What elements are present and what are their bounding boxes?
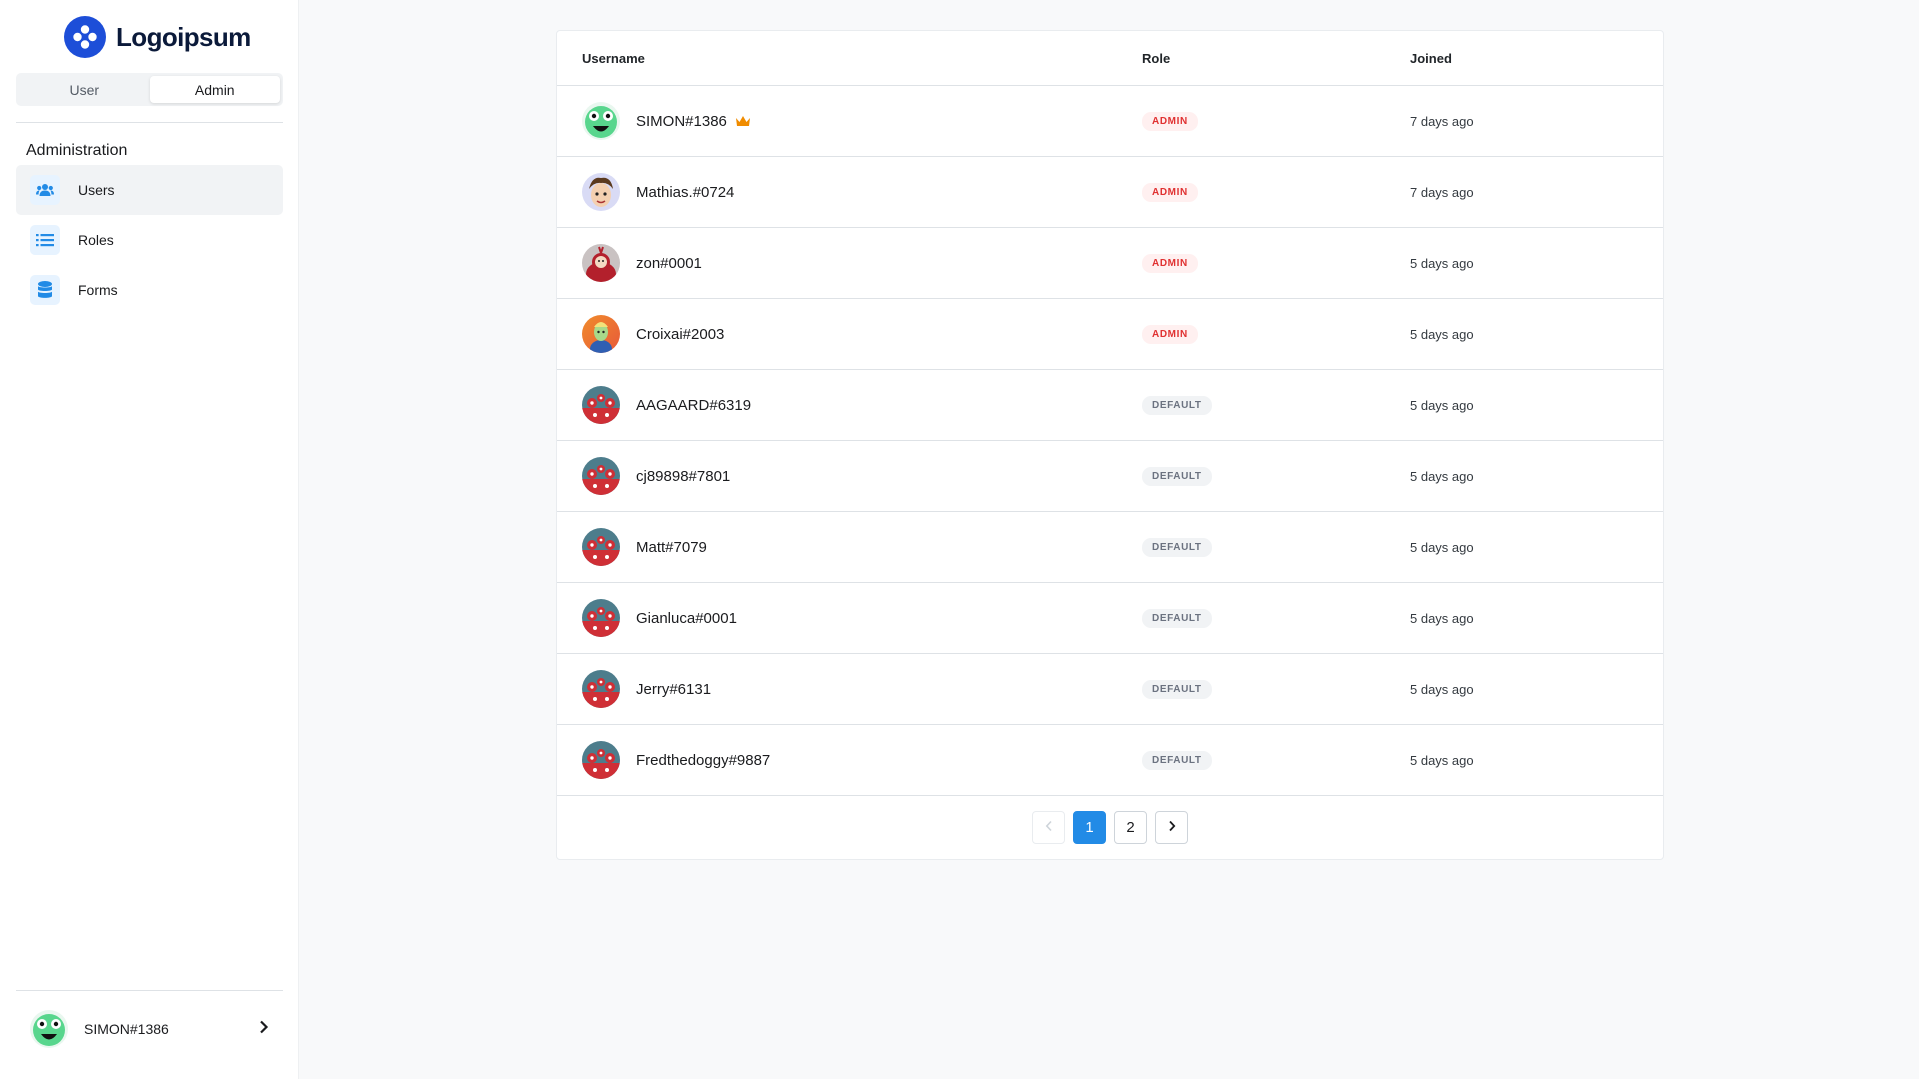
table-row[interactable]: zon#0001 ADMIN 5 days ago — [557, 228, 1663, 299]
username: Mathias.#0724 — [636, 183, 735, 201]
column-header-role: Role — [1142, 50, 1171, 66]
avatar — [582, 528, 620, 566]
sidebar-item-label: Users — [78, 182, 115, 198]
joined-date: 5 days ago — [1410, 326, 1474, 342]
admin-nav: Users Roles Forms — [16, 165, 283, 315]
avatar — [582, 599, 620, 637]
users-icon — [30, 175, 60, 205]
current-user-name: SIMON#1386 — [84, 1021, 169, 1037]
table-header: Username Role Joined — [557, 31, 1663, 86]
sidebar-item-label: Roles — [78, 232, 114, 248]
chevron-right-icon — [1168, 819, 1176, 836]
logo-mark-icon — [64, 16, 106, 58]
avatar — [30, 1010, 68, 1048]
sidebar-item-label: Forms — [78, 282, 118, 298]
mode-option-admin[interactable]: Admin — [149, 76, 280, 103]
sidebar-divider — [16, 122, 283, 123]
page-button-2[interactable]: 2 — [1114, 811, 1147, 844]
role-badge: DEFAULT — [1142, 466, 1212, 486]
sidebar-item-forms[interactable]: Forms — [16, 265, 283, 315]
page-button-1[interactable]: 1 — [1073, 811, 1106, 844]
joined-date: 5 days ago — [1410, 610, 1474, 626]
username: AAGAARD#6319 — [636, 396, 752, 414]
chevron-right-icon — [259, 1020, 269, 1039]
username: Matt#7079 — [636, 538, 707, 556]
sidebar-divider — [16, 990, 283, 991]
sidebar: Logoipsum User Admin Administration User… — [0, 0, 299, 1079]
role-badge: DEFAULT — [1142, 395, 1212, 415]
avatar — [582, 670, 620, 708]
table-row[interactable]: Croixai#2003 ADMIN 5 days ago — [557, 299, 1663, 370]
username: Fredthedoggy#9887 — [636, 751, 771, 769]
avatar — [582, 173, 620, 211]
joined-date: 7 days ago — [1410, 113, 1474, 129]
pagination: 1 2 — [557, 811, 1663, 844]
role-badge: DEFAULT — [1142, 537, 1212, 557]
role-badge: DEFAULT — [1142, 750, 1212, 770]
table-row[interactable]: Mathias.#0724 ADMIN 7 days ago — [557, 157, 1663, 228]
avatar — [582, 457, 620, 495]
joined-date: 7 days ago — [1410, 184, 1474, 200]
username: cj89898#7801 — [636, 467, 731, 485]
role-badge: ADMIN — [1142, 324, 1198, 344]
username: SIMON#1386 — [636, 113, 751, 130]
crown-icon — [735, 115, 751, 127]
table-row[interactable]: AAGAARD#6319 DEFAULT 5 days ago — [557, 370, 1663, 441]
table-row[interactable]: Fredthedoggy#9887 DEFAULT 5 days ago — [557, 725, 1663, 796]
avatar — [582, 244, 620, 282]
brand-logo[interactable]: Logoipsum — [64, 16, 251, 58]
joined-date: 5 days ago — [1410, 255, 1474, 271]
next-page-button[interactable] — [1155, 811, 1188, 844]
joined-date: 5 days ago — [1410, 539, 1474, 555]
column-header-username: Username — [582, 50, 645, 66]
avatar — [582, 315, 620, 353]
mode-option-user[interactable]: User — [19, 76, 150, 103]
username: Jerry#6131 — [636, 680, 712, 698]
avatar — [582, 102, 620, 140]
mode-switch: User Admin — [16, 73, 283, 106]
avatar — [582, 386, 620, 424]
joined-date: 5 days ago — [1410, 468, 1474, 484]
joined-date: 5 days ago — [1410, 681, 1474, 697]
role-badge: DEFAULT — [1142, 608, 1212, 628]
username: zon#0001 — [636, 254, 702, 272]
role-badge: ADMIN — [1142, 111, 1198, 131]
table-row[interactable]: cj89898#7801 DEFAULT 5 days ago — [557, 441, 1663, 512]
role-badge: ADMIN — [1142, 182, 1198, 202]
brand-name: Logoipsum — [116, 21, 251, 52]
chevron-left-icon — [1045, 819, 1053, 836]
joined-date: 5 days ago — [1410, 752, 1474, 768]
column-header-joined: Joined — [1410, 50, 1452, 66]
database-icon — [30, 275, 60, 305]
current-user-button[interactable]: SIMON#1386 — [16, 1004, 283, 1054]
section-title: Administration — [26, 142, 128, 159]
sidebar-item-roles[interactable]: Roles — [16, 215, 283, 265]
table-row[interactable]: Jerry#6131 DEFAULT 5 days ago — [557, 654, 1663, 725]
prev-page-button[interactable] — [1032, 811, 1065, 844]
sidebar-item-users[interactable]: Users — [16, 165, 283, 215]
table-row[interactable]: SIMON#1386 ADMIN 7 days ago — [557, 86, 1663, 157]
username: Croixai#2003 — [636, 325, 725, 343]
list-icon — [30, 225, 60, 255]
username: Gianluca#0001 — [636, 609, 737, 627]
table-row[interactable]: Matt#7079 DEFAULT 5 days ago — [557, 512, 1663, 583]
table-row[interactable]: Gianluca#0001 DEFAULT 5 days ago — [557, 583, 1663, 654]
users-table-card: Username Role Joined SIMON#1386 ADMIN 7 … — [556, 30, 1664, 860]
role-badge: ADMIN — [1142, 253, 1198, 273]
role-badge: DEFAULT — [1142, 679, 1212, 699]
avatar — [582, 741, 620, 779]
joined-date: 5 days ago — [1410, 397, 1474, 413]
